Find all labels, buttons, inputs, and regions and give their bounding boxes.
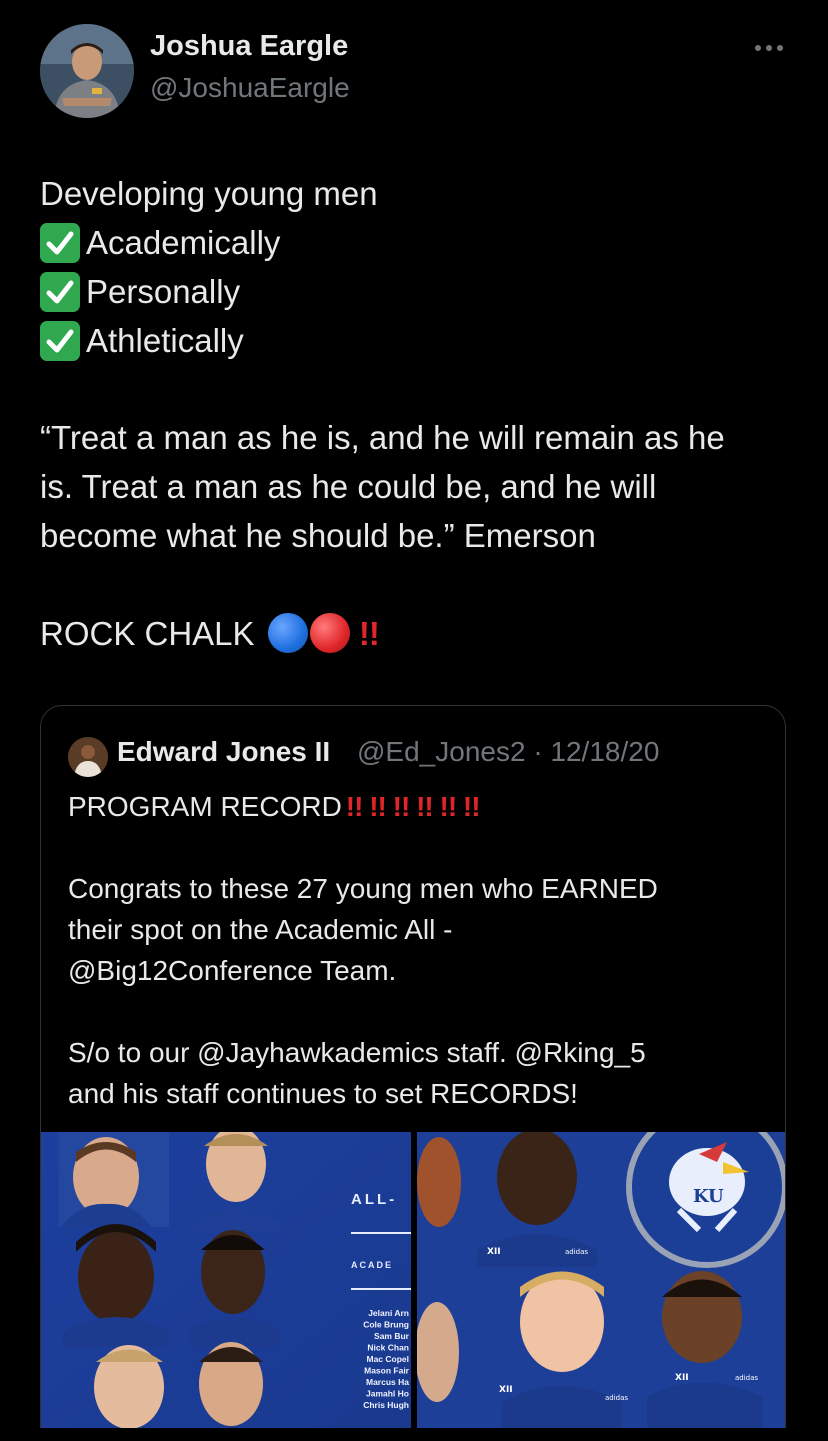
double-exclamation-icons: !! !! !! !! !! !! [345, 791, 481, 822]
program-record-text: PROGRAM RECORD [68, 791, 342, 822]
graphic-subheading: ACADE [351, 1260, 393, 1270]
tweet-intro-line: Developing young men [40, 175, 378, 212]
graphic-name-4: Mac Copel [366, 1354, 409, 1364]
graphic-name-1: Cole Brung [363, 1320, 409, 1330]
quoted-line-2: Congrats to these 27 young men who EARNE… [68, 873, 658, 904]
quoted-line-1: PROGRAM RECORD!! !! !! !! !! !! [68, 786, 481, 827]
check-mark-icon [40, 321, 80, 361]
jayhawk-logo: KU [626, 1132, 785, 1268]
quoted-line-5: S/o to our @Jayhawkademics staff. @Rking… [68, 1037, 646, 1068]
quoted-author-name[interactable]: Edward Jones II [117, 736, 330, 768]
graphic-name-2: Sam Bur [374, 1331, 410, 1341]
more-dots-icon [755, 45, 783, 51]
graphic-name-8: Chris Hugh [363, 1400, 409, 1410]
quoted-author-meta[interactable]: @Ed_Jones2 · 12/18/20 [357, 736, 659, 768]
quoted-line-3: their spot on the Academic All - [68, 914, 453, 945]
double-exclamation-icon: !! [358, 615, 380, 652]
quoted-tweet-card[interactable]: Edward Jones II @Ed_Jones2 · 12/18/20 PR… [40, 705, 786, 1441]
check-mark-icon [40, 223, 80, 263]
quote-line-2: is. Treat a man as he could be, and he w… [40, 468, 657, 505]
rock-chalk-text: ROCK CHALK [40, 615, 255, 652]
check-label: Academically [86, 224, 281, 261]
graphic-name-6: Marcus Ha [366, 1377, 409, 1387]
graphic-name-3: Nick Chan [367, 1343, 409, 1353]
quote-line-1: “Treat a man as he is, and he will remai… [40, 419, 725, 456]
graphic-name-7: Jamahl Ho [366, 1389, 409, 1399]
quote-line-3: become what he should be.” Emerson [40, 517, 596, 554]
quoted-line-6: and his staff continues to set RECORDS! [68, 1078, 578, 1109]
graphic-name-0: Jelani Arn [368, 1308, 409, 1318]
check-label: Athletically [86, 322, 244, 359]
adidas-badge-text: adidas [735, 1374, 758, 1382]
blue-circle-icon [267, 613, 308, 654]
quoted-media-grid: ALL- ACADE Jelani Arn Cole Brung Sam Bur Ni… [41, 1132, 785, 1441]
more-options-button[interactable] [744, 30, 794, 66]
red-circle-icon [309, 613, 350, 654]
author-name[interactable]: Joshua Eargle [150, 30, 348, 63]
quoted-author-avatar[interactable] [68, 737, 108, 777]
tweet-page: Joshua Eargle @JoshuaEargle Developing y… [0, 0, 828, 1441]
check-mark-icon [40, 272, 80, 312]
quoted-line-4: @Big12Conference Team. [68, 955, 397, 986]
check-row-athletically: Athletically [40, 321, 244, 361]
author-handle[interactable]: @JoshuaEargle [150, 72, 350, 104]
graphic-name-5: Mason Fair [364, 1366, 410, 1376]
check-label: Personally [86, 273, 241, 310]
ku-logo-text: KU [693, 1186, 724, 1207]
check-row-personally: Personally [40, 272, 240, 312]
big12-badge-text: XII [487, 1247, 501, 1257]
media-image-left[interactable]: ALL- ACADE Jelani Arn Cole Brung Sam Bur Ni… [41, 1132, 411, 1432]
check-row-academically: Academically [40, 223, 280, 263]
big12-badge-text: XII [499, 1385, 513, 1395]
bottom-edge [0, 1428, 828, 1441]
graphic-heading: ALL- [351, 1191, 397, 1208]
rock-chalk-line: ROCK CHALK !! [40, 613, 380, 656]
big12-badge-text: XII [675, 1373, 689, 1383]
adidas-badge-text: adidas [605, 1394, 628, 1402]
media-image-right[interactable]: XII adidas KU XII XII adidas adidas [417, 1132, 785, 1432]
author-avatar[interactable] [40, 24, 134, 118]
adidas-badge-text: adidas [565, 1248, 588, 1256]
